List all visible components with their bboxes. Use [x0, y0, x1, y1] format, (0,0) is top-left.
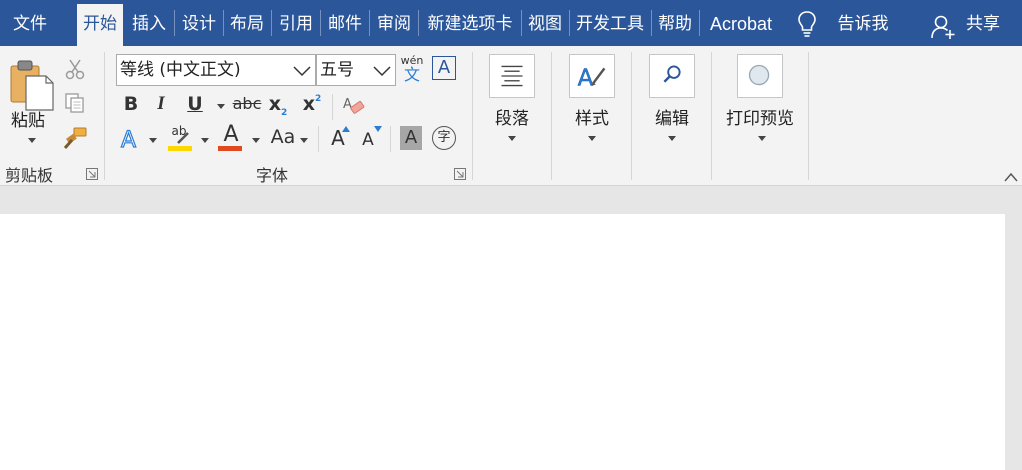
copy-icon[interactable]	[64, 92, 86, 114]
separator	[318, 126, 319, 152]
superscript-x: x	[302, 93, 315, 115]
tab-separator	[174, 10, 175, 36]
font-dialog-launcher-icon[interactable]	[454, 168, 466, 180]
text-effects-a: A	[121, 128, 136, 152]
underline-dropdown-arrow-icon[interactable]	[217, 104, 225, 110]
tab-separator	[699, 10, 700, 36]
tab-layout[interactable]: 布局	[224, 4, 270, 46]
group-separator	[104, 52, 105, 180]
paragraph-button-box[interactable]	[489, 54, 535, 98]
font-size-value: 五号	[320, 60, 354, 80]
subscript-x: x	[268, 93, 281, 115]
change-case-dropdown-arrow-icon[interactable]	[300, 138, 308, 144]
format-painter-icon[interactable]	[62, 126, 88, 150]
print-preview-dropdown-arrow-icon[interactable]	[758, 136, 766, 142]
tab-mailings[interactable]: 邮件	[322, 4, 368, 46]
print-preview-label[interactable]: 打印预览	[720, 104, 800, 129]
paragraph-dropdown-arrow-icon[interactable]	[508, 136, 516, 142]
editing-label[interactable]: 编辑	[647, 104, 697, 129]
tab-file[interactable]: 文件	[0, 4, 60, 46]
tab-developer[interactable]: 开发工具	[570, 4, 650, 46]
editing-button-box[interactable]	[649, 54, 695, 98]
grow-font-caret-icon	[342, 126, 350, 132]
paragraph-label[interactable]: 段落	[487, 104, 537, 129]
share-person-icon[interactable]	[930, 14, 956, 40]
styles-button-box[interactable]: A	[569, 54, 615, 98]
separator	[332, 94, 333, 120]
styles-dropdown-arrow-icon[interactable]	[588, 136, 596, 142]
tab-view[interactable]: 视图	[522, 4, 568, 46]
svg-text:A: A	[578, 66, 594, 92]
tab-references[interactable]: 引用	[273, 4, 319, 46]
shrink-font-button[interactable]: A	[358, 130, 378, 150]
ribbon-tab-bar: 文件 开始 插入 设计 布局 引用 邮件 审阅 新建选项卡 视图 开发工具 帮助…	[0, 0, 1022, 46]
font-color-icon[interactable]	[218, 126, 244, 152]
tell-me-search[interactable]: 告诉我	[832, 4, 894, 46]
bold-button[interactable]: B	[118, 90, 144, 118]
underline-button[interactable]: U	[182, 90, 208, 118]
tab-separator	[418, 10, 419, 36]
tab-home[interactable]: 开始	[77, 4, 123, 46]
group-separator	[711, 52, 712, 180]
paragraph-align-icon	[501, 65, 523, 87]
enclose-characters-button[interactable]: 字	[432, 126, 456, 150]
group-separator	[808, 52, 809, 180]
strikethrough-button[interactable]: abc	[232, 90, 262, 118]
font-size-combo[interactable]: 五号	[316, 54, 396, 86]
tab-separator	[320, 10, 321, 36]
find-magnifier-icon	[663, 65, 681, 83]
group-separator	[551, 52, 552, 180]
character-shading-button[interactable]: A	[400, 126, 422, 150]
tab-separator	[271, 10, 272, 36]
cut-scissors-icon[interactable]	[64, 58, 86, 80]
svg-text:A: A	[343, 97, 352, 112]
tab-separator	[369, 10, 370, 36]
document-page[interactable]	[0, 214, 1005, 470]
lightbulb-icon[interactable]	[796, 10, 818, 38]
shrink-font-caret-icon	[374, 126, 382, 132]
text-effects-dropdown-arrow-icon[interactable]	[149, 138, 157, 144]
print-preview-button-box[interactable]	[737, 54, 783, 98]
chevron-down-icon[interactable]	[293, 65, 311, 77]
share-button[interactable]: 共享	[960, 4, 1006, 46]
styles-label[interactable]: 样式	[567, 104, 617, 129]
tab-new-tab[interactable]: 新建选项卡	[420, 4, 520, 46]
clipboard-group-label: 剪贴板	[5, 166, 54, 185]
font-color-dropdown-arrow-icon[interactable]	[252, 138, 260, 144]
character-border-button[interactable]: A	[432, 56, 456, 80]
tab-design[interactable]: 设计	[176, 4, 222, 46]
clipboard-dialog-launcher-icon[interactable]	[86, 168, 98, 180]
font-name-combo[interactable]: 等线 (中文正文)	[116, 54, 316, 86]
editing-dropdown-arrow-icon[interactable]	[668, 136, 676, 142]
collapse-ribbon-chevron-up-icon[interactable]	[1004, 172, 1018, 182]
paste-dropdown-arrow-icon[interactable]	[28, 138, 36, 144]
clear-formatting-eraser-icon[interactable]: A	[342, 94, 366, 118]
document-background-strip	[0, 187, 1022, 214]
tab-help[interactable]: 帮助	[652, 4, 698, 46]
text-highlight-color-icon[interactable]	[168, 126, 194, 152]
tab-review[interactable]: 审阅	[371, 4, 417, 46]
group-separator	[631, 52, 632, 180]
italic-button[interactable]: I	[148, 90, 174, 118]
highlight-dropdown-arrow-icon[interactable]	[201, 138, 209, 144]
ribbon-home: 粘贴 剪贴板 等线 (中文正文) 五号 wén 文 A B I U abc x2…	[0, 46, 1022, 186]
text-effects-icon[interactable]: A	[118, 126, 144, 152]
tab-acrobat[interactable]: Acrobat	[701, 4, 781, 46]
styles-brush-icon: A	[577, 65, 606, 92]
tab-insert[interactable]: 插入	[126, 4, 172, 46]
paste-label[interactable]: 粘贴	[8, 106, 48, 131]
change-case-button[interactable]: Aa	[268, 126, 298, 148]
subscript-button[interactable]: x2	[268, 90, 288, 118]
separator	[390, 126, 391, 152]
group-separator	[472, 52, 473, 180]
print-preview-circle-icon	[748, 64, 770, 86]
phonetic-guide-bottom[interactable]: 文	[400, 66, 424, 84]
superscript-button[interactable]: x2	[300, 90, 324, 118]
chevron-down-icon[interactable]	[373, 65, 391, 77]
font-group-label: 字体	[256, 166, 289, 185]
font-name-value: 等线 (中文正文)	[120, 60, 241, 80]
